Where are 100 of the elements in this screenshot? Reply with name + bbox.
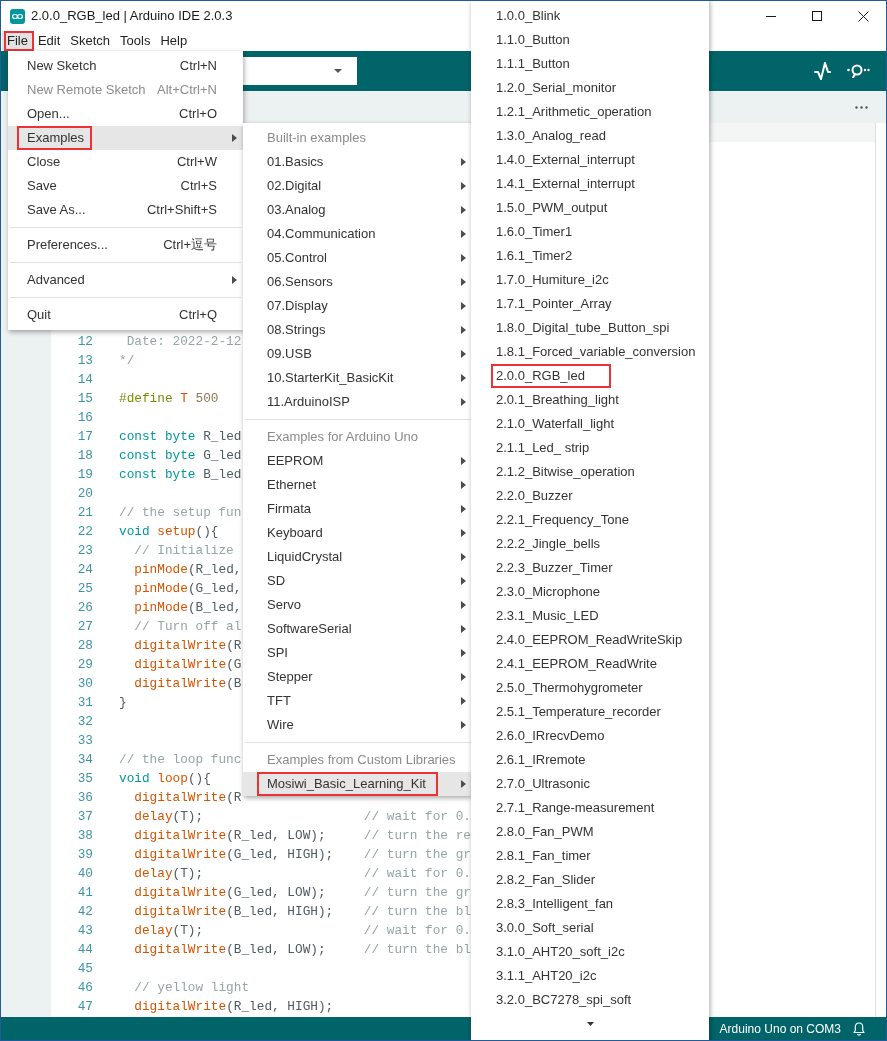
menu-item[interactable]: 1.0.0_Blink xyxy=(471,4,709,28)
menu-item[interactable]: 2.2.0_Buzzer xyxy=(471,484,709,508)
bell-icon[interactable] xyxy=(853,1021,865,1036)
menu-item[interactable]: 2.4.1_EEPROM_ReadWrite xyxy=(471,652,709,676)
menu-item[interactable]: 2.2.1_Frequency_Tone xyxy=(471,508,709,532)
menu-item[interactable]: 09.USB xyxy=(243,342,471,366)
menu-item[interactable]: 2.5.0_Thermohygrometer xyxy=(471,676,709,700)
menu-item[interactable]: Save Ctrl+S xyxy=(8,174,243,198)
shortcut-text: Ctrl+O xyxy=(179,105,217,124)
menu-item[interactable]: 3.1.1_AHT20_i2c xyxy=(471,964,709,988)
menu-item[interactable]: 02.Digital xyxy=(243,174,471,198)
menu-item[interactable]: 2.1.0_Waterfall_light xyxy=(471,412,709,436)
menu-bar-item[interactable]: Tools xyxy=(115,31,156,51)
menu-item[interactable]: Servo xyxy=(243,593,471,617)
menu-item[interactable]: 03.Analog xyxy=(243,198,471,222)
menu-item[interactable]: 1.2.1_Arithmetic_operation xyxy=(471,100,709,124)
menu-item[interactable]: 2.7.1_Range-measurement xyxy=(471,796,709,820)
menu-item[interactable]: SPI xyxy=(243,641,471,665)
menu-item[interactable]: 2.8.0_Fan_PWM xyxy=(471,820,709,844)
menu-item[interactable]: 2.5.1_Temperature_recorder xyxy=(471,700,709,724)
menu-bar-item[interactable]: Edit xyxy=(32,31,66,51)
menu-item[interactable]: Advanced xyxy=(8,268,243,292)
menu-item[interactable]: 1.6.0_Timer1 xyxy=(471,220,709,244)
menu-item[interactable]: 1.7.1_Pointer_Array xyxy=(471,292,709,316)
menu-section-header: Built-in examples xyxy=(266,129,367,148)
menu-item[interactable]: 1.3.0_Analog_read xyxy=(471,124,709,148)
shortcut-text: Ctrl+N xyxy=(179,57,217,76)
menu-item[interactable]: 11.ArduinoISP xyxy=(243,390,471,414)
scroll-down-icon[interactable] xyxy=(586,1022,594,1026)
menu-item[interactable]: 1.7.0_Humiture_i2c xyxy=(471,268,709,292)
menu-item[interactable]: 08.Strings xyxy=(243,318,471,342)
menu-item[interactable]: 3.0.0_Soft_serial xyxy=(471,916,709,940)
menu-item[interactable]: Save As... Ctrl+Shift+S xyxy=(8,198,243,222)
menu-item[interactable]: 1.1.0_Button xyxy=(471,28,709,52)
menu-item[interactable]: Wire xyxy=(243,713,471,737)
menu-item[interactable]: SoftwareSerial xyxy=(243,617,471,641)
menu-item[interactable]: 2.8.3_Intelligent_fan xyxy=(471,892,709,916)
menu-item[interactable]: Stepper xyxy=(243,665,471,689)
menu-item[interactable]: 1.2.0_Serial_monitor xyxy=(471,76,709,100)
menu-item[interactable]: LiquidCrystal xyxy=(243,545,471,569)
menu-item[interactable]: 2.8.1_Fan_timer xyxy=(471,844,709,868)
menu-item[interactable]: EEPROM xyxy=(243,449,471,473)
code-line: pinMode(G_led, xyxy=(133,579,242,598)
code-line: digitalWrite(G xyxy=(133,655,242,674)
line-number: 15 xyxy=(76,389,93,408)
menu-item[interactable]: 1.8.1_Forced_variable_conversion xyxy=(471,340,709,364)
menu-item[interactable]: 1.5.0_PWM_output xyxy=(471,196,709,220)
menu-item[interactable]: TFT xyxy=(243,689,471,713)
menu-item[interactable]: 3.2.0_BC7278_spi_soft xyxy=(471,988,709,1012)
menu-item[interactable]: Keyboard xyxy=(243,521,471,545)
menu-item[interactable]: Firmata xyxy=(243,497,471,521)
menu-item[interactable]: Mosiwi_Basic_Learning_Kit xyxy=(243,772,471,796)
code-line: pinMode(R_led, xyxy=(133,560,242,579)
pulse-icon xyxy=(813,62,831,80)
menu-item[interactable]: 2.8.2_Fan_Slider xyxy=(471,868,709,892)
menu-item[interactable]: 2.0.1_Breathing_light xyxy=(471,388,709,412)
menu-item[interactable]: 2.1.2_Bitwise_operation xyxy=(471,460,709,484)
close-icon xyxy=(857,10,869,22)
code-line: // the loop func xyxy=(119,750,242,769)
menu-item[interactable]: Close Ctrl+W xyxy=(8,150,243,174)
menu-item[interactable]: 2.2.3_Buzzer_Timer xyxy=(471,556,709,580)
menu-item[interactable]: 1.8.0_Digital_tube_Button_spi xyxy=(471,316,709,340)
menu-item[interactable]: 2.1.1_Led_ strip xyxy=(471,436,709,460)
line-number: 45 xyxy=(76,959,93,978)
code-line: delay(T); // wait for 0. xyxy=(133,864,471,883)
menu-item[interactable]: Quit Ctrl+Q xyxy=(8,303,243,327)
code-line: digitalWrite(G_led, HIGH); // turn the gr xyxy=(133,845,471,864)
menu-item[interactable]: 2.6.1_IRremote xyxy=(471,748,709,772)
menu-item[interactable]: 1.6.1_Timer2 xyxy=(471,244,709,268)
magnifier-dots-icon xyxy=(846,64,870,78)
menu-item[interactable]: 06.Sensors xyxy=(243,270,471,294)
menu-item[interactable]: New Sketch Ctrl+N xyxy=(8,54,243,78)
menu-item[interactable]: 1.4.1_External_interrupt xyxy=(471,172,709,196)
menu-item[interactable]: 3.1.0_AHT20_soft_i2c xyxy=(471,940,709,964)
menu-item[interactable]: 10.StarterKit_BasicKit xyxy=(243,366,471,390)
menu-item[interactable]: Examples xyxy=(8,126,243,150)
menu-item[interactable]: 07.Display xyxy=(243,294,471,318)
line-number: 21 xyxy=(76,503,93,522)
menu-item[interactable]: Open... Ctrl+O xyxy=(8,102,243,126)
menu-item[interactable]: 01.Basics xyxy=(243,150,471,174)
menu-item[interactable]: 2.6.0_IRrecvDemo xyxy=(471,724,709,748)
caret-down-icon xyxy=(334,69,342,73)
board-status[interactable]: Arduino Uno on COM3 xyxy=(719,1019,841,1038)
menu-item[interactable]: 2.0.0_RGB_led xyxy=(471,364,709,388)
menu-item[interactable]: 2.3.0_Microphone xyxy=(471,580,709,604)
code-line: // Turn off al xyxy=(133,617,242,636)
menu-item[interactable]: Ethernet xyxy=(243,473,471,497)
menu-bar-item[interactable]: Help xyxy=(155,31,193,51)
menu-item[interactable]: 04.Communication xyxy=(243,222,471,246)
menu-item[interactable]: 2.2.2_Jingle_bells xyxy=(471,532,709,556)
menu-bar-item[interactable]: Sketch xyxy=(65,31,116,51)
menu-bar-item[interactable]: File xyxy=(2,31,33,51)
menu-item[interactable]: 05.Control xyxy=(243,246,471,270)
menu-item[interactable]: SD xyxy=(243,569,471,593)
menu-item[interactable]: 2.3.1_Music_LED xyxy=(471,604,709,628)
menu-item[interactable]: 1.1.1_Button xyxy=(471,52,709,76)
menu-item[interactable]: 2.7.0_Ultrasonic xyxy=(471,772,709,796)
menu-item[interactable]: Preferences... Ctrl+逗号 xyxy=(8,233,243,257)
menu-item[interactable]: 1.4.0_External_interrupt xyxy=(471,148,709,172)
menu-item[interactable]: 2.4.0_EEPROM_ReadWriteSkip xyxy=(471,628,709,652)
